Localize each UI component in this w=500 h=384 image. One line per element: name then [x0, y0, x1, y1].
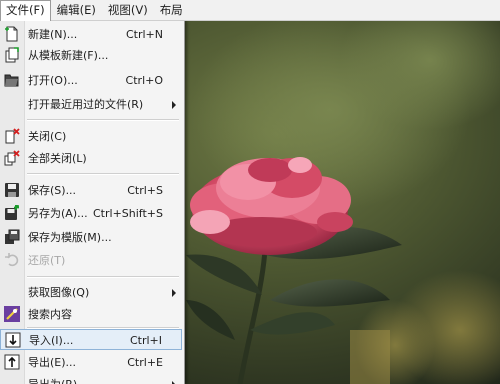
menu-item-open[interactable]: 打开(O)... Ctrl+O — [0, 70, 182, 91]
menu-item-close[interactable]: 关闭(C) — [0, 126, 182, 147]
menu-item-export-as[interactable]: 导出为(R) — [0, 374, 182, 384]
menu-item-label: 打开最近用过的文件(R) — [28, 98, 144, 111]
menu-separator — [27, 119, 179, 121]
file-menu-dropdown: 新建(N)... Ctrl+N 从模板新建(F)... 打开(O)... Ctr… — [0, 20, 185, 384]
menu-item-label: 获取图像(Q) — [28, 286, 90, 299]
new-document-icon — [4, 26, 20, 42]
menu-bar: 文件(F) 编辑(E) 视图(V) 布局 — [0, 0, 500, 21]
menu-item-label: 导出(E)... — [28, 356, 77, 369]
menu-edit[interactable]: 编辑(E) — [51, 0, 102, 20]
menu-item-label: 另存为(A)... — [28, 207, 88, 220]
menu-item-label: 还原(T) — [28, 254, 66, 267]
save-as-icon — [4, 205, 20, 221]
menu-separator — [27, 276, 179, 278]
menu-item-label: 关闭(C) — [28, 130, 67, 143]
save-icon — [4, 182, 20, 198]
submenu-arrow-icon — [172, 101, 176, 109]
menu-item-label: 从模板新建(F)... — [28, 49, 109, 62]
menu-item-close-all[interactable]: 全部关闭(L) — [0, 148, 182, 169]
submenu-arrow-icon — [172, 289, 176, 297]
close-all-icon — [4, 150, 20, 166]
menu-separator — [27, 173, 179, 175]
menu-item-label: 保存(S)... — [28, 184, 77, 197]
menu-item-open-recent[interactable]: 打开最近用过的文件(R) — [0, 94, 182, 115]
menu-item-shortcut: Ctrl+E — [127, 356, 163, 369]
application-window: 文件(F) 编辑(E) 视图(V) 布局 新建(N)... Ctrl+N 从模板… — [0, 0, 500, 384]
menu-item-label: 搜索内容 — [28, 308, 72, 321]
open-folder-icon — [4, 72, 20, 88]
menu-item-export[interactable]: 导出(E)... Ctrl+E — [0, 352, 182, 373]
menu-item-label: 导入(I)... — [29, 334, 74, 347]
menu-file[interactable]: 文件(F) — [0, 0, 51, 21]
save-as-template-icon — [4, 229, 20, 245]
menu-item-import[interactable]: 导入(I)... Ctrl+I — [0, 329, 182, 350]
menu-item-label: 新建(N)... — [28, 28, 78, 41]
menu-item-label: 保存为模版(M)... — [28, 231, 112, 244]
menu-item-shortcut: Ctrl+S — [127, 184, 163, 197]
menu-item-save-as-template[interactable]: 保存为模版(M)... — [0, 227, 182, 248]
menu-item-save-as[interactable]: 另存为(A)... Ctrl+Shift+S — [0, 203, 182, 224]
menu-item-revert: 还原(T) — [0, 250, 182, 271]
menu-item-new-from-template[interactable]: 从模板新建(F)... — [0, 45, 182, 66]
close-document-icon — [4, 128, 20, 144]
menu-item-label: 全部关闭(L) — [28, 152, 87, 165]
menu-item-shortcut: Ctrl+N — [125, 28, 163, 41]
import-icon — [5, 332, 21, 348]
menu-view[interactable]: 视图(V) — [102, 0, 154, 20]
menu-item-label: 导出为(R) — [28, 374, 77, 384]
export-icon — [4, 354, 20, 370]
new-from-template-icon — [4, 47, 20, 63]
menu-layout[interactable]: 布局 — [154, 0, 189, 20]
menu-item-shortcut: Ctrl+O — [125, 74, 163, 87]
menu-item-shortcut: Ctrl+Shift+S — [93, 207, 163, 220]
menu-item-shortcut: Ctrl+I — [129, 334, 162, 347]
menu-item-save[interactable]: 保存(S)... Ctrl+S — [0, 180, 182, 201]
menu-item-new[interactable]: 新建(N)... Ctrl+N — [0, 24, 182, 45]
search-content-icon — [4, 306, 20, 322]
menu-item-label: 打开(O)... — [28, 74, 78, 87]
revert-icon — [4, 252, 20, 268]
menu-item-acquire-image[interactable]: 获取图像(Q) — [0, 282, 182, 303]
menu-item-search-content[interactable]: 搜索内容 — [0, 304, 182, 325]
